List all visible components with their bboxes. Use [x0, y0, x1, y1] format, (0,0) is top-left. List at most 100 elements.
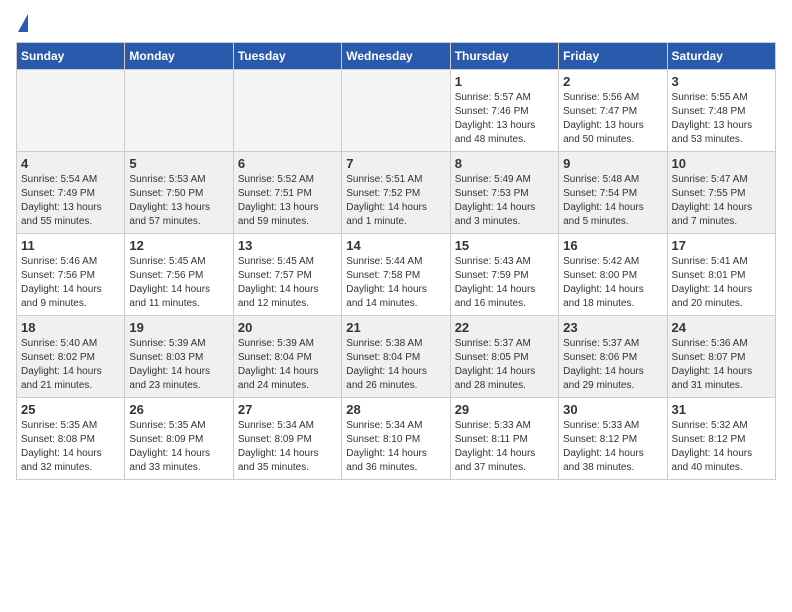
calendar-cell [17, 70, 125, 152]
calendar-cell: 6 Sunrise: 5:52 AM Sunset: 7:51 PM Daylig… [233, 152, 341, 234]
day-info: Sunrise: 5:40 AM Sunset: 8:02 PM Dayligh… [21, 337, 120, 393]
day-number: 14 [346, 238, 445, 253]
calendar-cell: 26 Sunrise: 5:35 AM Sunset: 8:09 PM Dayli… [125, 398, 233, 480]
calendar-table: SundayMondayTuesdayWednesdayThursdayFrid… [16, 42, 776, 480]
weekday-header-row: SundayMondayTuesdayWednesdayThursdayFrid… [17, 43, 776, 70]
day-info: Sunrise: 5:39 AM Sunset: 8:04 PM Dayligh… [238, 337, 337, 393]
calendar-cell: 1 Sunrise: 5:57 AM Sunset: 7:46 PM Daylig… [450, 70, 558, 152]
calendar-cell: 18 Sunrise: 5:40 AM Sunset: 8:02 PM Dayli… [17, 316, 125, 398]
day-info: Sunrise: 5:57 AM Sunset: 7:46 PM Dayligh… [455, 91, 554, 147]
calendar-cell: 16Sunrise: 5:42 AM Sunset: 8:00 PM Dayli… [559, 234, 667, 316]
day-number: 5 [129, 156, 228, 171]
calendar-cell: 17 Sunrise: 5:41 AM Sunset: 8:01 PM Dayli… [667, 234, 775, 316]
day-number: 25 [21, 402, 120, 417]
day-info: Sunrise: 5:33 AM Sunset: 8:11 PM Dayligh… [455, 419, 554, 475]
day-info: Sunrise: 5:49 AM Sunset: 7:53 PM Dayligh… [455, 173, 554, 229]
calendar-week-row: 11 Sunrise: 5:46 AM Sunset: 7:56 PM Dayli… [17, 234, 776, 316]
weekday-header-thursday: Thursday [450, 43, 558, 70]
day-info: Sunrise: 5:37 AM Sunset: 8:06 PM Dayligh… [563, 337, 662, 393]
day-number: 29 [455, 402, 554, 417]
day-number: 9 [563, 156, 662, 171]
calendar-cell: 29 Sunrise: 5:33 AM Sunset: 8:11 PM Dayli… [450, 398, 558, 480]
calendar-week-row: 4Sunrise: 5:54 AM Sunset: 7:49 PM Daylig… [17, 152, 776, 234]
day-info: Sunrise: 5:42 AM Sunset: 8:00 PM Dayligh… [563, 255, 662, 311]
day-number: 8 [455, 156, 554, 171]
day-info: Sunrise: 5:38 AM Sunset: 8:04 PM Dayligh… [346, 337, 445, 393]
calendar-cell: 22 Sunrise: 5:37 AM Sunset: 8:05 PM Dayli… [450, 316, 558, 398]
day-number: 19 [129, 320, 228, 335]
day-info: Sunrise: 5:47 AM Sunset: 7:55 PM Dayligh… [672, 173, 771, 229]
weekday-header-tuesday: Tuesday [233, 43, 341, 70]
calendar-cell: 21 Sunrise: 5:38 AM Sunset: 8:04 PM Dayli… [342, 316, 450, 398]
day-info: Sunrise: 5:37 AM Sunset: 8:05 PM Dayligh… [455, 337, 554, 393]
weekday-header-friday: Friday [559, 43, 667, 70]
calendar-cell: 27 Sunrise: 5:34 AM Sunset: 8:09 PM Dayli… [233, 398, 341, 480]
page-header [16, 16, 776, 30]
day-info: Sunrise: 5:44 AM Sunset: 7:58 PM Dayligh… [346, 255, 445, 311]
day-number: 31 [672, 402, 771, 417]
day-info: Sunrise: 5:35 AM Sunset: 8:08 PM Dayligh… [21, 419, 120, 475]
day-number: 15 [455, 238, 554, 253]
calendar-cell: 4Sunrise: 5:54 AM Sunset: 7:49 PM Daylig… [17, 152, 125, 234]
day-number: 22 [455, 320, 554, 335]
day-number: 11 [21, 238, 120, 253]
day-info: Sunrise: 5:36 AM Sunset: 8:07 PM Dayligh… [672, 337, 771, 393]
calendar-cell: 20 Sunrise: 5:39 AM Sunset: 8:04 PM Dayli… [233, 316, 341, 398]
day-number: 26 [129, 402, 228, 417]
calendar-cell [125, 70, 233, 152]
day-number: 23 [563, 320, 662, 335]
logo-arrow-icon [18, 14, 28, 32]
day-info: Sunrise: 5:35 AM Sunset: 8:09 PM Dayligh… [129, 419, 228, 475]
calendar-cell: 11 Sunrise: 5:46 AM Sunset: 7:56 PM Dayli… [17, 234, 125, 316]
day-info: Sunrise: 5:33 AM Sunset: 8:12 PM Dayligh… [563, 419, 662, 475]
calendar-week-row: 25 Sunrise: 5:35 AM Sunset: 8:08 PM Dayli… [17, 398, 776, 480]
day-info: Sunrise: 5:48 AM Sunset: 7:54 PM Dayligh… [563, 173, 662, 229]
calendar-cell [233, 70, 341, 152]
day-number: 20 [238, 320, 337, 335]
calendar-cell: 19 Sunrise: 5:39 AM Sunset: 8:03 PM Dayli… [125, 316, 233, 398]
calendar-cell: 24Sunrise: 5:36 AM Sunset: 8:07 PM Dayli… [667, 316, 775, 398]
calendar-cell: 30 Sunrise: 5:33 AM Sunset: 8:12 PM Dayli… [559, 398, 667, 480]
day-info: Sunrise: 5:39 AM Sunset: 8:03 PM Dayligh… [129, 337, 228, 393]
day-info: Sunrise: 5:55 AM Sunset: 7:48 PM Dayligh… [672, 91, 771, 147]
weekday-header-saturday: Saturday [667, 43, 775, 70]
day-info: Sunrise: 5:52 AM Sunset: 7:51 PM Dayligh… [238, 173, 337, 229]
day-number: 13 [238, 238, 337, 253]
day-info: Sunrise: 5:45 AM Sunset: 7:56 PM Dayligh… [129, 255, 228, 311]
calendar-cell: 7 Sunrise: 5:51 AM Sunset: 7:52 PM Daylig… [342, 152, 450, 234]
day-info: Sunrise: 5:41 AM Sunset: 8:01 PM Dayligh… [672, 255, 771, 311]
day-number: 18 [21, 320, 120, 335]
weekday-header-monday: Monday [125, 43, 233, 70]
calendar-cell: 3 Sunrise: 5:55 AM Sunset: 7:48 PM Daylig… [667, 70, 775, 152]
calendar-cell: 10Sunrise: 5:47 AM Sunset: 7:55 PM Dayli… [667, 152, 775, 234]
day-info: Sunrise: 5:53 AM Sunset: 7:50 PM Dayligh… [129, 173, 228, 229]
calendar-cell: 15 Sunrise: 5:43 AM Sunset: 7:59 PM Dayli… [450, 234, 558, 316]
day-number: 2 [563, 74, 662, 89]
calendar-cell: 14 Sunrise: 5:44 AM Sunset: 7:58 PM Dayli… [342, 234, 450, 316]
calendar-cell: 25 Sunrise: 5:35 AM Sunset: 8:08 PM Dayli… [17, 398, 125, 480]
day-number: 27 [238, 402, 337, 417]
day-number: 1 [455, 74, 554, 89]
day-info: Sunrise: 5:56 AM Sunset: 7:47 PM Dayligh… [563, 91, 662, 147]
day-number: 7 [346, 156, 445, 171]
day-info: Sunrise: 5:51 AM Sunset: 7:52 PM Dayligh… [346, 173, 445, 229]
day-info: Sunrise: 5:45 AM Sunset: 7:57 PM Dayligh… [238, 255, 337, 311]
day-number: 12 [129, 238, 228, 253]
day-number: 17 [672, 238, 771, 253]
calendar-cell: 8 Sunrise: 5:49 AM Sunset: 7:53 PM Daylig… [450, 152, 558, 234]
day-info: Sunrise: 5:43 AM Sunset: 7:59 PM Dayligh… [455, 255, 554, 311]
day-number: 6 [238, 156, 337, 171]
day-number: 30 [563, 402, 662, 417]
day-number: 21 [346, 320, 445, 335]
calendar-cell: 12 Sunrise: 5:45 AM Sunset: 7:56 PM Dayli… [125, 234, 233, 316]
weekday-header-sunday: Sunday [17, 43, 125, 70]
day-info: Sunrise: 5:34 AM Sunset: 8:09 PM Dayligh… [238, 419, 337, 475]
calendar-cell: 9 Sunrise: 5:48 AM Sunset: 7:54 PM Daylig… [559, 152, 667, 234]
calendar-cell: 13 Sunrise: 5:45 AM Sunset: 7:57 PM Dayli… [233, 234, 341, 316]
day-number: 3 [672, 74, 771, 89]
day-info: Sunrise: 5:34 AM Sunset: 8:10 PM Dayligh… [346, 419, 445, 475]
weekday-header-wednesday: Wednesday [342, 43, 450, 70]
calendar-cell: 28 Sunrise: 5:34 AM Sunset: 8:10 PM Dayli… [342, 398, 450, 480]
day-info: Sunrise: 5:46 AM Sunset: 7:56 PM Dayligh… [21, 255, 120, 311]
day-number: 28 [346, 402, 445, 417]
